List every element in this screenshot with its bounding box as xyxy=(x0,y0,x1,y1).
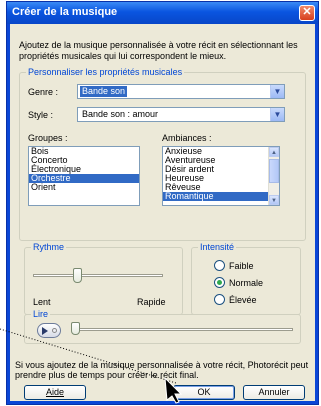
groupes-label: Groupes : xyxy=(28,133,68,143)
title-bar[interactable]: Créer de la musique ✕ xyxy=(7,2,318,24)
intro-text: Ajoutez de la musique personnalisée à vo… xyxy=(19,40,298,61)
cancel-button-label: Annuler xyxy=(258,387,290,397)
intensite-group: Intensité Faible Normale Élevée xyxy=(191,242,301,315)
radio-normale[interactable] xyxy=(214,277,225,288)
properties-legend: Personnaliser les propriétés musicales xyxy=(26,67,185,77)
groupes-list[interactable]: Bois Concerto Électronique Orchestre Ori… xyxy=(28,146,140,206)
properties-group: Personnaliser les propriétés musicales G… xyxy=(19,67,306,241)
radio-faible[interactable] xyxy=(214,260,225,271)
stop-icon xyxy=(52,328,57,333)
genre-combo[interactable]: Bande son ▼ xyxy=(77,84,285,99)
intensite-legend: Intensité xyxy=(198,242,237,252)
ambiances-list[interactable]: Anxieuse Aventureuse Désir ardent Heureu… xyxy=(162,146,280,206)
ambiances-label: Ambiances : xyxy=(162,133,212,143)
rythme-legend: Rythme xyxy=(31,242,67,252)
rythme-slow-label: Lent xyxy=(33,297,51,307)
chevron-down-icon[interactable]: ▼ xyxy=(270,85,284,98)
ok-button-label: OK xyxy=(197,387,211,397)
play-button[interactable] xyxy=(37,323,61,338)
radio-faible-label: Faible xyxy=(229,261,254,271)
footer-note: Si vous ajoutez de la musique personnali… xyxy=(15,360,309,380)
dialog-body: Ajoutez de la musique personnalisée à vo… xyxy=(10,24,315,401)
rythme-slider-track[interactable] xyxy=(33,274,163,277)
genre-value: Bande son xyxy=(80,86,128,97)
cancel-button[interactable]: Annuler xyxy=(243,385,305,400)
rythme-group: Rythme Lent Rapide xyxy=(24,242,183,315)
style-combo[interactable]: Bande son : amour ▼ xyxy=(77,107,285,122)
scroll-down-icon[interactable]: ▼ xyxy=(269,195,279,205)
scroll-up-icon[interactable]: ▲ xyxy=(269,147,279,157)
radio-elevee[interactable] xyxy=(214,294,225,305)
radio-normale-label: Normale xyxy=(229,278,264,288)
ok-button[interactable]: OK xyxy=(173,385,235,400)
chevron-down-icon[interactable]: ▼ xyxy=(270,108,284,121)
playback-thumb[interactable] xyxy=(71,322,80,335)
lire-legend: Lire xyxy=(31,309,51,319)
radio-elevee-label: Élevée xyxy=(229,295,257,305)
ambiances-scrollbar[interactable]: ▲ ▼ xyxy=(268,147,279,205)
style-value: Bande son : amour xyxy=(82,109,159,119)
lire-group: Lire xyxy=(24,309,301,344)
window-title: Créer de la musique xyxy=(12,6,118,18)
scroll-thumb[interactable] xyxy=(269,159,279,183)
help-button[interactable]: Aide xyxy=(24,385,86,400)
genre-label: Genre : xyxy=(28,87,59,97)
help-button-label: Aide xyxy=(45,387,64,397)
list-item-selected[interactable]: Romantique xyxy=(163,192,279,201)
playback-track[interactable] xyxy=(71,328,293,331)
close-icon[interactable]: ✕ xyxy=(299,5,315,21)
dialog-window: Créer de la musique ✕ Ajoutez de la musi… xyxy=(6,1,319,405)
rythme-fast-label: Rapide xyxy=(137,297,166,307)
play-icon xyxy=(42,327,48,335)
rythme-slider-thumb[interactable] xyxy=(72,268,82,283)
style-label: Style : xyxy=(28,110,54,120)
list-item[interactable]: Orient xyxy=(29,183,139,192)
